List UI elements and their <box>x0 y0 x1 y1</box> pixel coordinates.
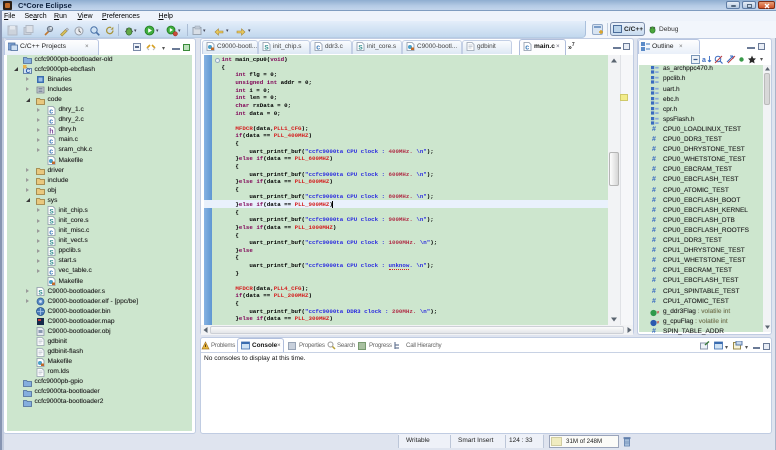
svg-text:S: S <box>49 249 54 255</box>
svg-text:S: S <box>358 45 363 51</box>
svg-text:c: c <box>49 229 53 235</box>
svg-text:S: S <box>49 239 54 245</box>
svg-text:S: S <box>38 290 43 296</box>
svg-text:S: S <box>264 45 269 51</box>
svg-text:c: c <box>49 138 53 144</box>
svg-text:S: S <box>49 259 54 265</box>
svg-text:S: S <box>49 219 54 225</box>
svg-text:S: S <box>49 209 54 215</box>
svg-text:c: c <box>49 149 53 155</box>
svg-text:c: c <box>49 108 53 114</box>
svg-text:v: v <box>657 309 660 314</box>
svg-text:h: h <box>49 128 53 134</box>
svg-text:c: c <box>49 269 53 275</box>
svg-text:v: v <box>657 319 660 324</box>
svg-text:c: c <box>49 118 53 124</box>
svg-text:a: a <box>702 57 706 64</box>
svg-text:C: C <box>26 68 31 74</box>
svg-text:c: c <box>316 45 320 51</box>
svg-text:c: c <box>525 45 529 51</box>
